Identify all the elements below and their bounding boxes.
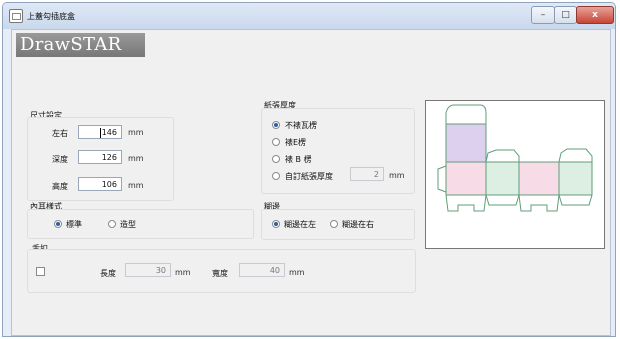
glue-right-label: 糊邊在右 — [342, 220, 374, 229]
paper-custom-radio[interactable] — [272, 172, 280, 180]
dust-flap-1 — [485, 149, 520, 163]
app-icon — [9, 9, 23, 23]
app-window: 上蓋勾插底盒 – □ x DrawSTAR 尺寸設定 左右 146 mm 深度 … — [2, 2, 616, 337]
bottom-flap-3 — [518, 194, 560, 212]
ear-standard-label: 標準 — [66, 220, 82, 229]
bottom-flap-4 — [558, 194, 593, 206]
tuck-flap — [445, 104, 487, 125]
glue-flap — [437, 165, 447, 193]
minimize-button[interactable]: – — [531, 6, 555, 24]
close-button[interactable]: x — [576, 6, 614, 24]
tongue-width-label: 寬度 — [212, 269, 228, 278]
tongue-length-input[interactable]: 30 — [125, 263, 171, 277]
width-input[interactable]: 146 — [78, 125, 122, 139]
ear-standard-radio[interactable] — [54, 220, 62, 228]
maximize-button[interactable]: □ — [554, 6, 577, 24]
front-panel — [445, 161, 487, 196]
dieline-drawing — [437, 104, 593, 212]
side-panel-1 — [485, 161, 520, 196]
ear-shaped-radio[interactable] — [108, 220, 116, 228]
dust-flap-2 — [558, 148, 593, 163]
paper-e-flute-label: 裱E楞 — [285, 138, 307, 147]
glue-left-radio[interactable] — [272, 220, 280, 228]
bottom-flap-2 — [485, 194, 520, 206]
paper-custom-unit: mm — [389, 171, 405, 180]
brand-logo: DrawSTAR — [16, 33, 145, 57]
text-cursor — [100, 128, 101, 138]
height-input[interactable]: 106 — [78, 177, 122, 191]
glue-left-label: 糊邊在左 — [284, 220, 316, 229]
depth-unit: mm — [128, 154, 144, 163]
tongue-length-label: 長度 — [100, 269, 116, 278]
top-panel — [445, 123, 487, 163]
back-panel — [518, 161, 560, 196]
paper-custom-label: 自訂紙張厚度 — [285, 172, 333, 181]
depth-input[interactable]: 126 — [78, 150, 122, 164]
height-unit: mm — [128, 181, 144, 190]
tongue-checkbox[interactable] — [36, 267, 45, 276]
tongue-width-input[interactable]: 40 — [239, 263, 285, 277]
tongue-width-unit: mm — [289, 268, 305, 277]
window-title: 上蓋勾插底盒 — [27, 12, 75, 21]
height-label: 高度 — [52, 182, 68, 191]
side-panel-2 — [558, 161, 593, 196]
width-label: 左右 — [52, 129, 68, 138]
bottom-flap-1 — [445, 194, 487, 212]
dieline-preview — [425, 100, 605, 249]
paper-b-flute-radio[interactable] — [272, 155, 280, 163]
width-unit: mm — [128, 128, 144, 137]
ear-shaped-label: 造型 — [120, 220, 136, 229]
tongue-length-unit: mm — [175, 268, 191, 277]
paper-b-flute-label: 裱 B 楞 — [285, 155, 312, 164]
paper-custom-input[interactable]: 2 — [350, 167, 384, 181]
width-value: 146 — [101, 128, 117, 137]
paper-none-label: 不裱瓦楞 — [285, 121, 317, 130]
title-bar: 上蓋勾插底盒 – □ x — [3, 3, 615, 29]
paper-e-flute-radio[interactable] — [272, 138, 280, 146]
depth-label: 深度 — [52, 155, 68, 164]
glue-right-radio[interactable] — [330, 220, 338, 228]
paper-none-radio[interactable] — [272, 121, 280, 129]
